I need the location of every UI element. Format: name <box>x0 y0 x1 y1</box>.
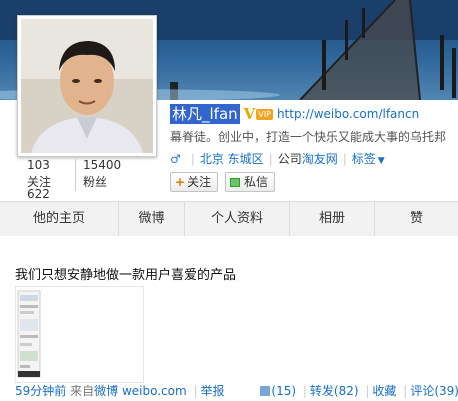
report-link[interactable]: 举报 <box>201 384 225 398</box>
like-count: (15) <box>271 384 297 398</box>
feed-content: 我们只想安静地做一款用户喜爱的产品 <box>0 236 458 401</box>
footer-divider: | <box>365 384 370 398</box>
post-text: 我们只想安静地做一款用户喜爱的产品 <box>15 268 237 283</box>
following-stat[interactable]: 103 关注 <box>27 157 51 191</box>
profile-name[interactable]: 林凡_lfan <box>170 104 240 124</box>
comment-link[interactable]: 评论(39) <box>410 384 458 398</box>
thumbs-up-icon <box>260 386 271 396</box>
verified-icon: V <box>243 105 256 123</box>
profile-stats: 103 关注 15400 粉丝 622 <box>17 157 157 200</box>
stats-divider <box>75 159 76 191</box>
avatar-photo <box>21 19 153 153</box>
message-button-label: 私信 <box>244 175 269 189</box>
post-time-link[interactable]: 59分钟前 <box>15 384 66 398</box>
source-link[interactable]: 微博 weibo.com <box>94 384 187 398</box>
info-divider: | <box>268 152 273 166</box>
info-divider: | <box>342 152 347 166</box>
footer-divider: | <box>193 384 198 398</box>
favorite-link[interactable]: 收藏 <box>372 384 396 398</box>
post-footer: 59分钟前 来自微博 weibo.com | 举报 (15) | 转发(82) | 收… <box>15 382 458 399</box>
profile-tabs: 他的主页 微博 个人资料 相册 赞 <box>0 201 458 237</box>
posts-count: 622 <box>27 188 50 200</box>
followers-label: 粉丝 <box>83 175 108 189</box>
repost-link[interactable]: 转发(82) <box>310 384 359 398</box>
following-count: 103 <box>27 158 50 172</box>
post-image <box>16 287 143 382</box>
tab-album[interactable]: 相册 <box>290 202 375 236</box>
company-link[interactable]: 淘友网 <box>302 152 338 166</box>
message-button[interactable]: 私信 <box>225 172 276 192</box>
profile-url-link[interactable]: http://weibo.com/lfancn <box>277 107 419 121</box>
avatar[interactable] <box>17 15 157 157</box>
info-divider: | <box>190 152 195 166</box>
post-image-thumbnail[interactable] <box>15 286 144 383</box>
followers-count: 15400 <box>83 158 122 172</box>
chevron-down-icon[interactable]: ▼ <box>378 156 385 166</box>
source-prefix: 来自 <box>70 384 95 398</box>
male-icon: ♂ <box>170 152 181 166</box>
profile-name-row: 林凡_lfan V VIP http://weibo.com/lfancn <box>170 104 419 126</box>
posts-stat[interactable]: 622 <box>27 188 50 200</box>
like-action[interactable]: (15) <box>260 384 296 398</box>
tab-profile-info[interactable]: 个人资料 <box>185 202 290 236</box>
tab-home[interactable]: 他的主页 <box>0 202 119 236</box>
followers-stat[interactable]: 15400 粉丝 <box>83 157 121 191</box>
footer-divider: | <box>302 384 307 398</box>
location-link[interactable]: 北京 东城区 <box>200 152 264 166</box>
follow-button-label: 关注 <box>187 175 212 189</box>
tab-likes[interactable]: 赞 <box>375 202 458 236</box>
profile-bio: 幕脊徒。创业中，打造一个快乐又能成大事的乌托邦 <box>170 130 447 144</box>
plus-icon: + <box>175 175 186 189</box>
vip-badge[interactable]: VIP <box>256 108 273 120</box>
profile-info-row: ♂ | 北京 东城区 | 公司淘友网 | 标签 ▼ <box>170 150 385 167</box>
tab-weibo[interactable]: 微博 <box>119 202 185 236</box>
message-icon <box>230 178 240 187</box>
footer-divider: | <box>403 384 408 398</box>
tags-link[interactable]: 标签 <box>352 152 376 166</box>
follow-button[interactable]: + 关注 <box>170 172 219 192</box>
company-prefix: 公司 <box>277 152 302 166</box>
